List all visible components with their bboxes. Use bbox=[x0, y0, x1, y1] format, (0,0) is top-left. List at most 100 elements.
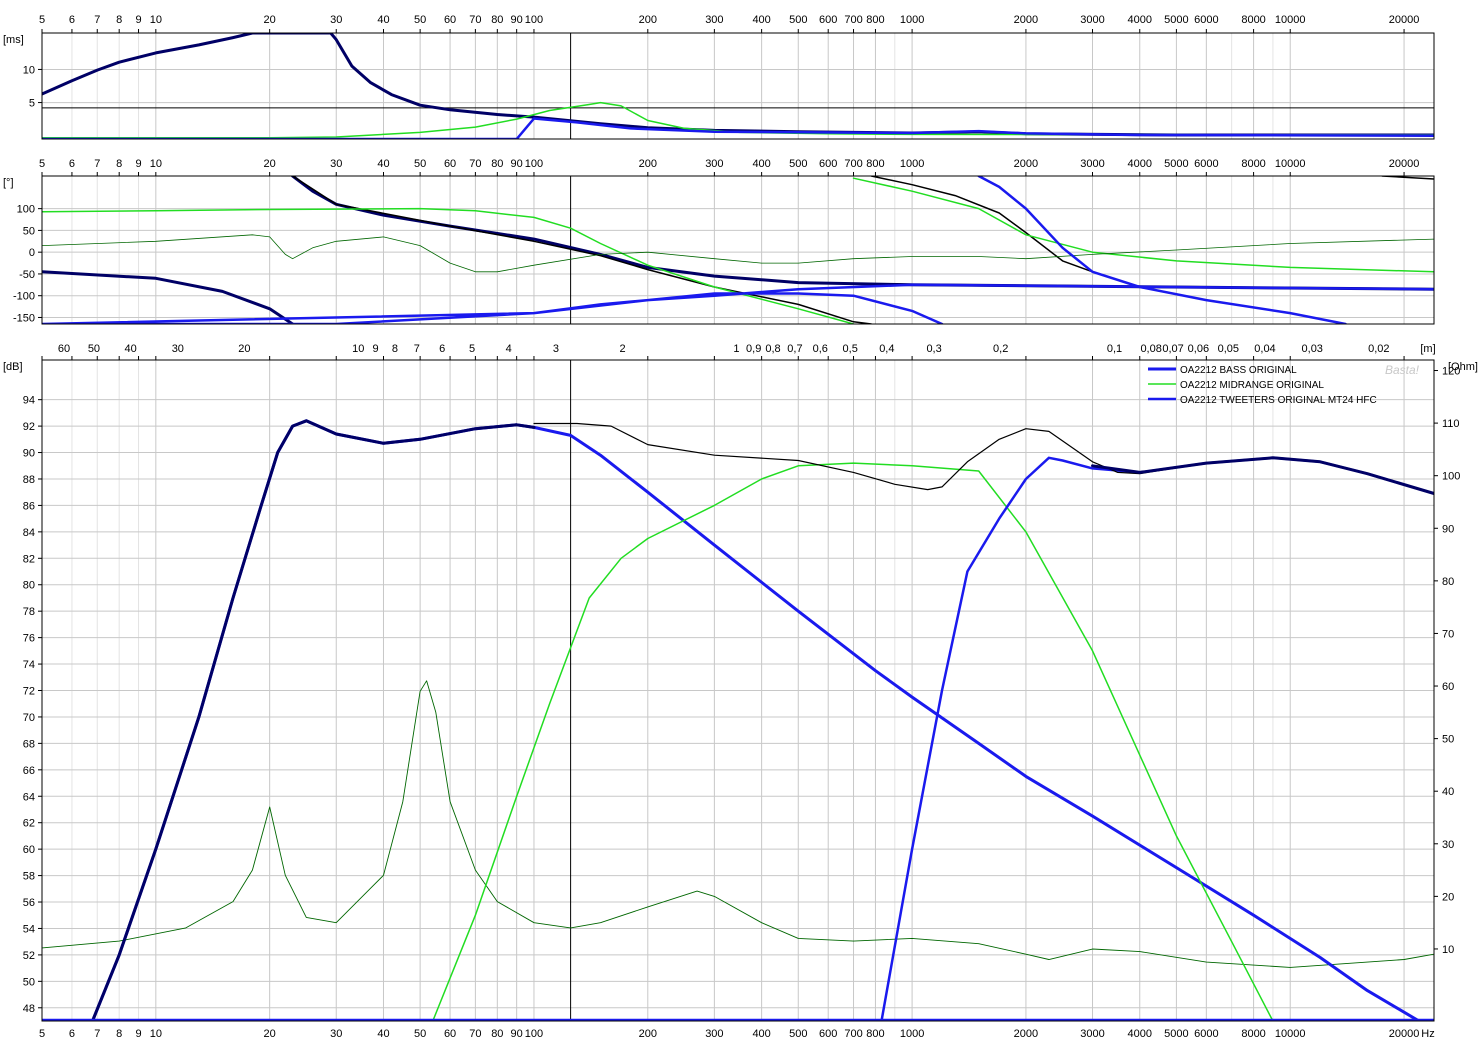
x-tick-label: 400 bbox=[752, 1028, 770, 1040]
x-tick-label: 40 bbox=[377, 158, 389, 170]
x-tick-label: 400 bbox=[752, 158, 770, 170]
wavelength-tick-label: 30 bbox=[172, 343, 184, 355]
y2-tick-label: 70 bbox=[1442, 628, 1454, 640]
y-tick-label: 5 bbox=[29, 98, 35, 110]
y-tick-label: 58 bbox=[23, 871, 35, 883]
y-tick-label: 68 bbox=[23, 738, 35, 750]
x-tick-label: 300 bbox=[705, 1028, 723, 1040]
wavelength-tick-label: 8 bbox=[392, 343, 398, 355]
y-tick-label: 70 bbox=[23, 712, 35, 724]
x-tick-label: 100 bbox=[525, 14, 543, 26]
x-tick-label: 8000 bbox=[1241, 1028, 1265, 1040]
x-tick-label: 50 bbox=[414, 158, 426, 170]
wavelength-tick-label: 20 bbox=[238, 343, 250, 355]
x-tick-label: 5000 bbox=[1164, 1028, 1188, 1040]
x-tick-label: 3000 bbox=[1080, 14, 1104, 26]
wavelength-tick-label: 0,7 bbox=[787, 343, 802, 355]
x-tick-label: 6 bbox=[69, 14, 75, 26]
group-delay-panel: 5 10 [ms] 5 6 7 8 9 10 20 30 40 50 60 70 80 90 100 200 300 4… bbox=[3, 14, 1435, 140]
x-tick-label: 60 bbox=[444, 14, 456, 26]
plot-area bbox=[42, 176, 1434, 324]
wavelength-tick-label: 0,1 bbox=[1107, 343, 1122, 355]
x-tick-label: 300 bbox=[705, 158, 723, 170]
wavelength-tick-label: 0,02 bbox=[1368, 343, 1389, 355]
y-tick-label: 64 bbox=[23, 791, 35, 803]
x-tick-label: 5 bbox=[39, 1028, 45, 1040]
x-tick-label: 9 bbox=[135, 14, 141, 26]
x-tick-label: 90 bbox=[511, 1028, 523, 1040]
x-tick-label: 10 bbox=[150, 1028, 162, 1040]
y-tick-label: -50 bbox=[19, 269, 35, 281]
x-tick-label: 60 bbox=[444, 1028, 456, 1040]
y-tick-label: 86 bbox=[23, 500, 35, 512]
x-tick-label: 8 bbox=[116, 158, 122, 170]
x-tick-label: 200 bbox=[639, 158, 657, 170]
speaker-measurement-chart: 510[ms]5 6 7 8 9 10 20 30 40 50 60 70 80 90 100 200 300 4… bbox=[3, 14, 1478, 1040]
series-line-2 bbox=[42, 117, 1434, 139]
legend-label: OA2212 TWEETERS ORIGINAL MT24 HFC bbox=[1180, 395, 1377, 406]
x-tick-label: 2000 bbox=[1014, 1028, 1038, 1040]
x-tick-label: 6000 bbox=[1194, 158, 1218, 170]
x-tick-label: 8 bbox=[116, 14, 122, 26]
x-tick-label: 600 bbox=[819, 1028, 837, 1040]
y-tick-label: 10 bbox=[23, 64, 35, 76]
x-tick-label: 50 bbox=[414, 14, 426, 26]
y2-tick-label: 20 bbox=[1442, 891, 1454, 903]
x-tick-label: 800 bbox=[866, 14, 884, 26]
x-tick-label: 5 bbox=[39, 14, 45, 26]
x-tick-label: 10 bbox=[150, 158, 162, 170]
x-tick-label: 80 bbox=[491, 14, 503, 26]
x-tick-label: 300 bbox=[705, 14, 723, 26]
x-tick-label: 30 bbox=[330, 158, 342, 170]
series-line-4 bbox=[533, 422, 1434, 495]
x-tick-label: 7 bbox=[94, 14, 100, 26]
x-tick-label: 10000 bbox=[1275, 158, 1306, 170]
series-line-0 bbox=[42, 33, 1434, 137]
x-unit-label: Hz bbox=[1421, 1028, 1434, 1040]
x-tick-label: 10000 bbox=[1275, 14, 1306, 26]
y-tick-label: 84 bbox=[23, 527, 35, 539]
x-tick-label: 10000 bbox=[1275, 1028, 1306, 1040]
wavelength-tick-label: 10 bbox=[352, 343, 364, 355]
series-line-5 bbox=[1091, 456, 1434, 495]
y-tick-label: 90 bbox=[23, 448, 35, 460]
y2-tick-label: 60 bbox=[1442, 681, 1454, 693]
x-tick-label: 8 bbox=[116, 1028, 122, 1040]
x-tick-label: 500 bbox=[789, 1028, 807, 1040]
x-tick-label: 6000 bbox=[1194, 14, 1218, 26]
y2-tick-label: 80 bbox=[1442, 576, 1454, 588]
x-tick-label: 500 bbox=[789, 14, 807, 26]
wavelength-tick-label: 1 bbox=[733, 343, 739, 355]
x-tick-label: 200 bbox=[639, 1028, 657, 1040]
y-tick-label: 78 bbox=[23, 606, 35, 618]
series-line-1 bbox=[291, 176, 1434, 324]
y-tick-label: 88 bbox=[23, 474, 35, 486]
x-tick-label: 20 bbox=[264, 158, 276, 170]
y-tick-label: 54 bbox=[23, 923, 35, 935]
y-tick-label: 80 bbox=[23, 580, 35, 592]
x-tick-label: 3000 bbox=[1080, 158, 1104, 170]
x-tick-label: 10 bbox=[150, 14, 162, 26]
x-tick-label: 70 bbox=[469, 158, 481, 170]
wavelength-tick-label: 50 bbox=[88, 343, 100, 355]
y-tick-label: 94 bbox=[23, 395, 35, 407]
y2-tick-label: 50 bbox=[1442, 734, 1454, 746]
wavelength-tick-label: 0,08 bbox=[1140, 343, 1161, 355]
x-tick-label: 20000 bbox=[1389, 14, 1420, 26]
y-axis-label: [dB] bbox=[3, 361, 23, 373]
plot-area bbox=[42, 33, 1434, 139]
x-tick-label: 500 bbox=[789, 158, 807, 170]
y2-axis-label: [Ohm] bbox=[1448, 361, 1478, 373]
x-tick-label: 3000 bbox=[1080, 1028, 1104, 1040]
phase-panel: 100500-50-100-150[°]5 6 7 8 9 10 20 30 40 50 60 70 8… bbox=[3, 158, 1435, 325]
wavelength-tick-label: 0,07 bbox=[1162, 343, 1183, 355]
x-tick-label: 7 bbox=[94, 158, 100, 170]
x-tick-label: 1000 bbox=[900, 158, 924, 170]
wavelength-tick-label: 0,2 bbox=[993, 343, 1008, 355]
x-tick-label: 2000 bbox=[1014, 14, 1038, 26]
y2-tick-label: 10 bbox=[1442, 944, 1454, 956]
x-tick-label: 6 bbox=[69, 1028, 75, 1040]
wavelength-tick-label: 7 bbox=[414, 343, 420, 355]
wavelength-tick-label: 0,05 bbox=[1218, 343, 1239, 355]
legend: OA2212 BASS ORIGINAL OA2212 MIDRANGE ORIG… bbox=[1148, 365, 1377, 406]
